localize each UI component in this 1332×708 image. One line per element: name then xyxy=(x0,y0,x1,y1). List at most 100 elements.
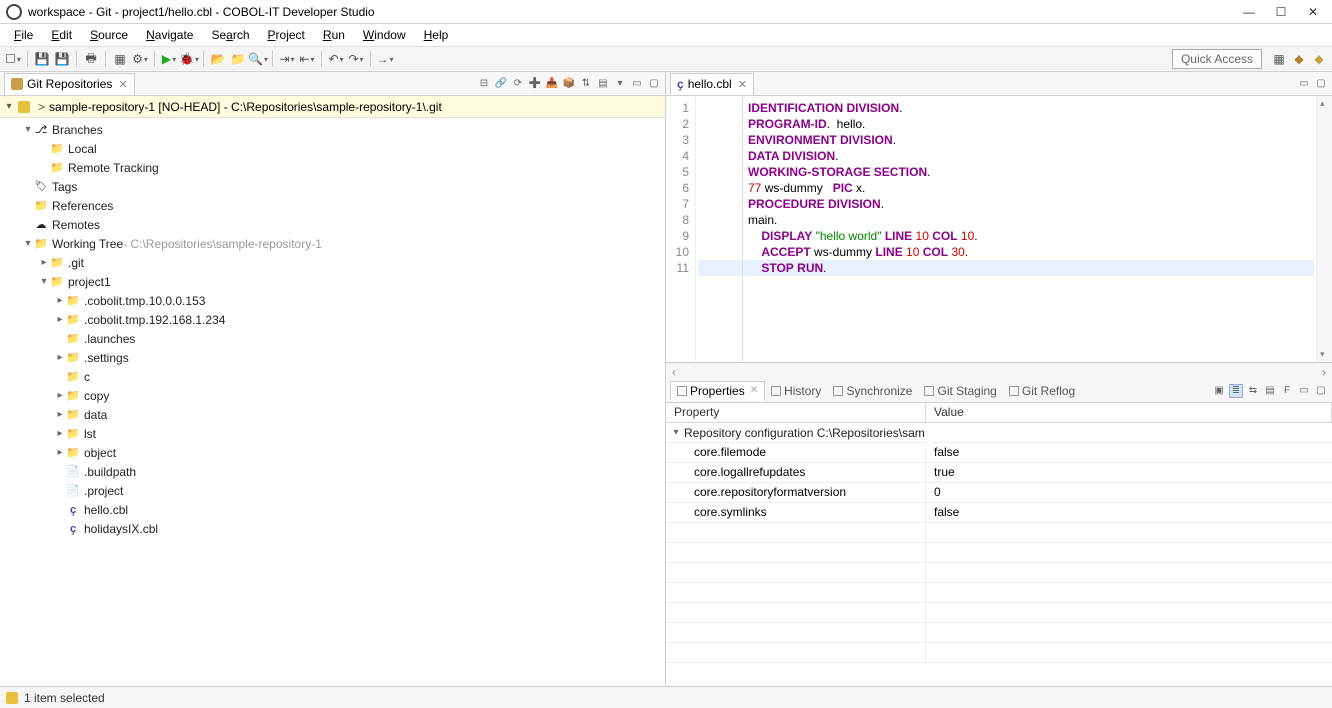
properties-view-button-3[interactable]: ⇆ xyxy=(1246,384,1260,398)
perspective-other-button[interactable]: ◆ xyxy=(1310,50,1328,68)
expand-icon[interactable] xyxy=(38,276,50,287)
expand-icon[interactable] xyxy=(54,447,66,458)
run-button[interactable]: ▶ xyxy=(160,50,178,68)
code-line[interactable]: STOP RUN. xyxy=(698,260,1314,276)
close-icon[interactable]: ✕ xyxy=(750,385,758,396)
maximize-bottom-button[interactable]: ▢ xyxy=(1314,384,1328,398)
column-property[interactable]: Property xyxy=(666,403,926,422)
editor-tab-hello[interactable]: ҫ hello.cbl ✕ xyxy=(670,73,754,95)
properties-group-row[interactable]: Repository configuration C:\Repositories… xyxy=(666,423,1332,443)
expand-icon[interactable] xyxy=(22,124,34,135)
properties-view-button-1[interactable]: ▣ xyxy=(1212,384,1226,398)
code-line[interactable]: PROCEDURE DIVISION. xyxy=(698,196,1314,212)
tree-node[interactable]: Remote Tracking xyxy=(0,158,665,177)
tree-node[interactable]: .cobolit.tmp.10.0.0.153 xyxy=(0,291,665,310)
menu-help[interactable]: Help xyxy=(416,26,457,44)
menu-file[interactable]: File xyxy=(6,26,41,44)
tree-node[interactable]: object xyxy=(0,443,665,462)
tree-node[interactable]: hello.cbl xyxy=(0,500,665,519)
expand-icon[interactable] xyxy=(54,409,66,420)
menu-search[interactable]: Search xyxy=(203,26,257,44)
window-maximize-button[interactable]: ☐ xyxy=(1274,5,1288,19)
properties-table[interactable]: Property Value Repository configuration … xyxy=(666,403,1332,686)
last-edit-button[interactable]: → xyxy=(376,50,394,68)
horizontal-scrollbar[interactable]: ‹ › xyxy=(666,363,1332,379)
tree-node[interactable]: .project xyxy=(0,481,665,500)
tree-node[interactable]: Working Tree - C:\Repositories\sample-re… xyxy=(0,234,665,253)
tree-node[interactable]: .settings xyxy=(0,348,665,367)
menu-edit[interactable]: Edit xyxy=(43,26,80,44)
tree-node[interactable]: c xyxy=(0,367,665,386)
toggle-button[interactable]: ▦ xyxy=(111,50,129,68)
maximize-view-button[interactable]: ▢ xyxy=(647,77,661,91)
expand-icon[interactable] xyxy=(670,427,682,438)
expand-icon[interactable] xyxy=(54,390,66,401)
save-all-button[interactable]: 💾 xyxy=(53,50,71,68)
filter-button[interactable]: ▤ xyxy=(596,77,610,91)
expand-icon[interactable] xyxy=(54,295,66,306)
tree-node[interactable]: Local xyxy=(0,139,665,158)
repository-tree[interactable]: BranchesLocalRemote TrackingTagsReferenc… xyxy=(0,118,665,686)
minimize-editor-button[interactable]: ▭ xyxy=(1297,77,1311,91)
git-repositories-tab[interactable]: Git Repositories ✕ xyxy=(4,73,135,95)
view-menu-button[interactable]: ▾ xyxy=(613,77,627,91)
scroll-up-icon[interactable]: ▴ xyxy=(1320,98,1325,109)
collapse-all-button[interactable]: ⊟ xyxy=(477,77,491,91)
close-icon[interactable]: ✕ xyxy=(738,78,747,91)
menu-source[interactable]: Source xyxy=(82,26,136,44)
menu-window[interactable]: Window xyxy=(355,26,414,44)
refresh-button[interactable]: ⟳ xyxy=(511,77,525,91)
tree-node[interactable]: data xyxy=(0,405,665,424)
tree-node[interactable]: Tags xyxy=(0,177,665,196)
code-line[interactable]: DISPLAY "hello world" LINE 10 COL 10. xyxy=(698,228,1314,244)
build-button[interactable]: ⚙ xyxy=(131,50,149,68)
scroll-left-icon[interactable]: ‹ xyxy=(672,365,676,379)
add-repo-button[interactable]: ➕ xyxy=(528,77,542,91)
create-repo-button[interactable]: 📦 xyxy=(562,77,576,91)
expand-icon[interactable] xyxy=(54,428,66,439)
code-line[interactable]: ACCEPT ws-dummy LINE 10 COL 30. xyxy=(698,244,1314,260)
properties-view-more[interactable]: F xyxy=(1280,384,1294,398)
back-button[interactable]: ↶ xyxy=(327,50,345,68)
expand-icon[interactable] xyxy=(54,314,66,325)
scroll-down-icon[interactable]: ▾ xyxy=(1320,349,1325,360)
tree-node[interactable]: Remotes xyxy=(0,215,665,234)
scroll-right-icon[interactable]: › xyxy=(1322,365,1326,379)
menu-project[interactable]: Project xyxy=(260,26,313,44)
expand-icon[interactable] xyxy=(54,352,66,363)
code-editor[interactable]: 1234567891011 IDENTIFICATION DIVISION.PR… xyxy=(666,96,1332,363)
expand-icon[interactable] xyxy=(38,257,50,268)
tree-node[interactable]: holidaysIX.cbl xyxy=(0,519,665,538)
table-row[interactable]: core.logallrefupdatestrue xyxy=(666,463,1332,483)
open-type-button[interactable]: 📁 xyxy=(229,50,247,68)
code-line[interactable]: IDENTIFICATION DIVISION. xyxy=(698,100,1314,116)
debug-button[interactable]: 🐞 xyxy=(180,50,198,68)
tab-properties[interactable]: Properties✕ xyxy=(670,381,765,401)
tree-node[interactable]: .buildpath xyxy=(0,462,665,481)
window-close-button[interactable]: ✕ xyxy=(1306,5,1320,19)
link-editor-button[interactable]: 🔗 xyxy=(494,77,508,91)
quick-access-input[interactable]: Quick Access xyxy=(1172,49,1262,69)
tree-node[interactable]: copy xyxy=(0,386,665,405)
code-line[interactable]: WORKING-STORAGE SECTION. xyxy=(698,164,1314,180)
perspective-open-button[interactable]: ▦ xyxy=(1270,50,1288,68)
search-button[interactable]: 🔍 xyxy=(249,50,267,68)
properties-view-button-2[interactable]: ≣ xyxy=(1229,384,1243,398)
menu-navigate[interactable]: Navigate xyxy=(138,26,201,44)
tree-node[interactable]: project1 xyxy=(0,272,665,291)
tree-node[interactable]: .cobolit.tmp.192.168.1.234 xyxy=(0,310,665,329)
table-row[interactable]: core.repositoryformatversion0 xyxy=(666,483,1332,503)
code-content[interactable]: IDENTIFICATION DIVISION.PROGRAM-ID. hell… xyxy=(696,96,1316,362)
new-button[interactable]: ☐ xyxy=(4,50,22,68)
save-button[interactable]: 💾 xyxy=(33,50,51,68)
minimize-view-button[interactable]: ▭ xyxy=(630,77,644,91)
table-row[interactable]: core.filemodefalse xyxy=(666,443,1332,463)
code-line[interactable]: 77 ws-dummy PIC x. xyxy=(698,180,1314,196)
open-folder-button[interactable]: 📂 xyxy=(209,50,227,68)
code-line[interactable]: ENVIRONMENT DIVISION. xyxy=(698,132,1314,148)
close-icon[interactable]: ✕ xyxy=(118,78,127,91)
tree-node[interactable]: .git xyxy=(0,253,665,272)
clone-repo-button[interactable]: 📥 xyxy=(545,77,559,91)
hierarchy-button[interactable]: ⇅ xyxy=(579,77,593,91)
tree-node[interactable]: Branches xyxy=(0,120,665,139)
